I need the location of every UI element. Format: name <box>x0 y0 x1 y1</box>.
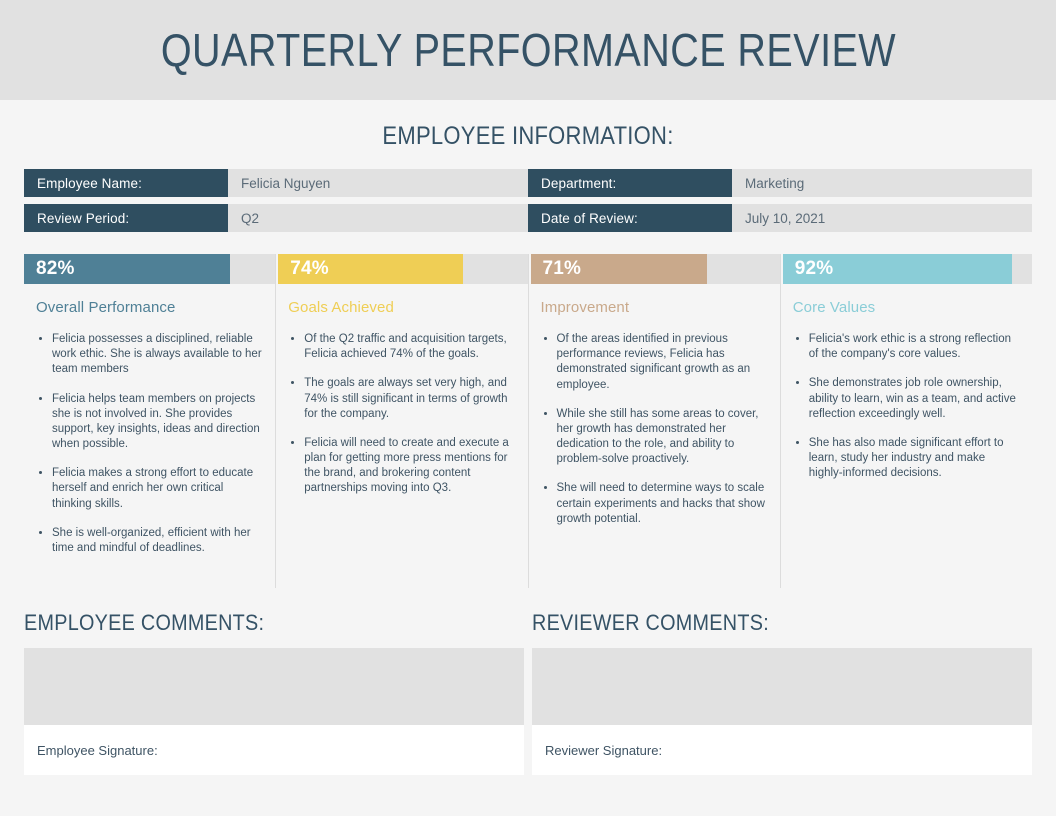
metric-bullets-goals-achieved: Of the Q2 traffic and acquisition target… <box>288 332 515 497</box>
comments-section: EMPLOYEE COMMENTS: Employee Signature: R… <box>0 610 1056 776</box>
metric-bar-track-goals-achieved: 74% <box>278 254 528 284</box>
page-title: QUARTERLY PERFORMANCE REVIEW <box>160 24 896 76</box>
table-row: Review Period: Q2 Date of Review: July 1… <box>24 204 1032 232</box>
metric-percent-core-values: 92% <box>794 258 834 279</box>
employee-signature-label: Employee Signature: <box>37 742 158 758</box>
department-value: Marketing <box>732 169 1032 197</box>
list-item: She has also made significant effort to … <box>793 436 1020 482</box>
list-item: She is well-organized, efficient with he… <box>36 526 263 556</box>
review-period-label: Review Period: <box>24 204 228 232</box>
reviewer-signature-label: Reviewer Signature: <box>545 742 663 758</box>
list-item: While she still has some areas to cover,… <box>541 407 768 468</box>
metric-bar-fill-overall-performance: 82% <box>24 254 231 284</box>
metric-bar-fill-core-values: 92% <box>782 254 1013 284</box>
employee-name-label: Employee Name: <box>24 169 228 197</box>
table-row: Employee Name: Felicia Nguyen Department… <box>24 169 1032 197</box>
employee-information-table: Employee Name: Felicia Nguyen Department… <box>24 169 1032 232</box>
employee-comments-title: EMPLOYEE COMMENTS: <box>24 610 265 636</box>
metric-column-core-values: 92% Core Values Felicia's work ethic is … <box>779 254 1032 589</box>
metric-bullets-core-values: Felicia's work ethic is a strong reflect… <box>793 332 1020 481</box>
reviewer-comments-title: REVIEWER COMMENTS: <box>532 610 769 636</box>
metric-bullets-improvement: Of the areas identified in previous perf… <box>541 332 768 527</box>
employee-comments-block: EMPLOYEE COMMENTS: Employee Signature: <box>24 610 524 776</box>
department-label: Department: <box>528 169 732 197</box>
metric-bar-track-improvement: 71% <box>530 254 780 284</box>
metric-bar-fill-goals-achieved: 74% <box>278 254 463 284</box>
list-item: Felicia will need to create and execute … <box>288 436 515 497</box>
list-item: She demonstrates job role ownership, abi… <box>793 376 1020 422</box>
employee-name-value: Felicia Nguyen <box>228 169 528 197</box>
list-item: Of the areas identified in previous perf… <box>541 332 768 393</box>
list-item: Of the Q2 traffic and acquisition target… <box>288 332 515 362</box>
metric-column-goals-achieved: 74% Goals Achieved Of the Q2 traffic and… <box>275 254 528 589</box>
date-of-review-label: Date of Review: <box>528 204 732 232</box>
metric-label-overall-performance: Overall Performance <box>36 299 176 316</box>
metrics-section: 82% Overall Performance Felicia possesse… <box>0 254 1056 589</box>
metric-label-core-values: Core Values <box>792 299 876 316</box>
employee-comments-input[interactable] <box>24 648 524 726</box>
metric-bar-fill-improvement: 71% <box>530 254 708 284</box>
reviewer-signature-field[interactable]: Reviewer Signature: <box>532 725 1032 776</box>
list-item: Felicia possesses a disciplined, reliabl… <box>36 332 263 378</box>
metric-bullets-overall-performance: Felicia possesses a disciplined, reliabl… <box>36 332 263 556</box>
review-page: QUARTERLY PERFORMANCE REVIEW EMPLOYEE IN… <box>0 0 1056 816</box>
page-header: QUARTERLY PERFORMANCE REVIEW <box>0 0 1056 100</box>
metric-label-improvement: Improvement <box>540 299 630 316</box>
metric-column-improvement: 71% Improvement Of the areas identified … <box>527 254 780 589</box>
employee-signature-field[interactable]: Employee Signature: <box>24 725 524 776</box>
list-item: The goals are always set very high, and … <box>288 376 515 422</box>
metric-percent-overall-performance: 82% <box>36 258 75 279</box>
reviewer-comments-block: REVIEWER COMMENTS: Reviewer Signature: <box>532 610 1032 776</box>
review-period-value: Q2 <box>228 204 528 232</box>
employee-information-title: EMPLOYEE INFORMATION: <box>382 122 674 150</box>
metric-bar-track-overall-performance: 82% <box>24 254 276 284</box>
list-item: Felicia's work ethic is a strong reflect… <box>793 332 1020 362</box>
list-item: Felicia makes a strong effort to educate… <box>36 466 263 512</box>
metric-bar-track-core-values: 92% <box>782 254 1032 284</box>
metric-percent-improvement: 71% <box>542 258 582 279</box>
list-item: Felicia helps team members on projects s… <box>36 392 263 453</box>
date-of-review-value: July 10, 2021 <box>732 204 1032 232</box>
metric-column-overall-performance: 82% Overall Performance Felicia possesse… <box>24 254 276 588</box>
metric-percent-goals-achieved: 74% <box>290 258 329 279</box>
list-item: She will need to determine ways to scale… <box>541 481 768 527</box>
reviewer-comments-input[interactable] <box>532 648 1032 726</box>
metric-label-goals-achieved: Goals Achieved <box>288 299 394 316</box>
